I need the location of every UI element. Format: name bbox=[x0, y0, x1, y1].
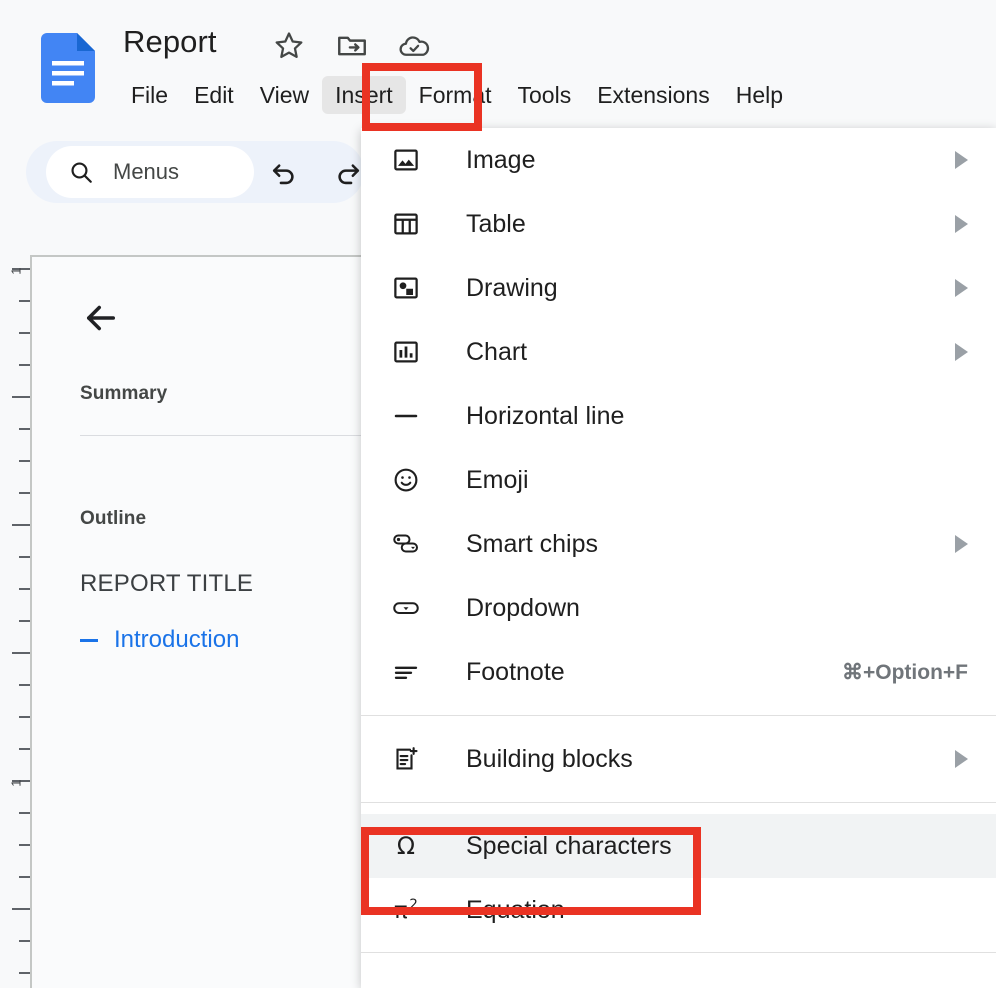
drawing-icon bbox=[388, 270, 424, 306]
summary-heading: Summary bbox=[80, 383, 168, 404]
menu-divider bbox=[361, 952, 996, 953]
menu-item-label: Chart bbox=[466, 337, 528, 366]
horizontal-line-icon bbox=[388, 398, 424, 434]
outline-item-introduction[interactable]: Introduction bbox=[80, 626, 370, 654]
search-icon bbox=[68, 159, 94, 185]
vertical-ruler[interactable]: 1 1 bbox=[0, 240, 30, 988]
menu-item-equation[interactable]: π 2 Equation bbox=[361, 878, 996, 942]
menu-item-label: Table bbox=[466, 209, 526, 238]
building-blocks-icon bbox=[388, 741, 424, 777]
menu-item-drawing[interactable]: Drawing bbox=[361, 256, 996, 320]
menu-item-smart-chips[interactable]: Smart chips bbox=[361, 512, 996, 576]
chevron-right-icon bbox=[955, 343, 968, 361]
menu-item-label: Drawing bbox=[466, 273, 558, 302]
document-title[interactable]: Report bbox=[123, 24, 217, 60]
chevron-right-icon bbox=[955, 215, 968, 233]
menu-item-label: Equation bbox=[466, 895, 565, 924]
menu-item-dropdown[interactable]: Dropdown bbox=[361, 576, 996, 640]
menu-item-label: Horizontal line bbox=[466, 401, 625, 430]
chevron-right-icon bbox=[955, 279, 968, 297]
insert-dropdown-menu: Image Table Drawing Chart Horizontal lin… bbox=[361, 128, 996, 988]
menu-insert[interactable]: Insert bbox=[322, 76, 406, 114]
menu-format[interactable]: Format bbox=[406, 76, 505, 114]
menu-item-label: Image bbox=[466, 145, 536, 174]
back-arrow-icon[interactable] bbox=[80, 297, 122, 339]
ruler-label-1: 1 bbox=[8, 267, 24, 275]
redo-icon[interactable] bbox=[332, 156, 364, 188]
menu-extensions[interactable]: Extensions bbox=[584, 76, 723, 114]
menu-file[interactable]: File bbox=[118, 76, 181, 114]
emoji-icon bbox=[388, 462, 424, 498]
menu-bar: File Edit View Insert Format Tools Exten… bbox=[118, 76, 796, 114]
menu-item-label: Smart chips bbox=[466, 529, 598, 558]
menu-divider bbox=[361, 715, 996, 716]
app-header: Report File Edit View Insert Format Tool… bbox=[0, 0, 996, 128]
menu-tools[interactable]: Tools bbox=[505, 76, 585, 114]
menu-item-building-blocks[interactable]: Building blocks bbox=[361, 727, 996, 791]
saved-to-drive-icon[interactable] bbox=[397, 29, 431, 63]
outline-divider bbox=[80, 435, 370, 436]
google-docs-logo-icon bbox=[41, 33, 95, 103]
move-to-folder-icon[interactable] bbox=[335, 29, 369, 63]
svg-text:π: π bbox=[394, 898, 408, 924]
table-icon bbox=[388, 206, 424, 242]
chart-icon bbox=[388, 334, 424, 370]
svg-text:Ω: Ω bbox=[397, 832, 415, 860]
google-docs-window: Report File Edit View Insert Format Tool… bbox=[0, 0, 996, 988]
image-icon bbox=[388, 142, 424, 178]
outline-heading: Outline bbox=[80, 508, 147, 529]
menu-item-emoji[interactable]: Emoji bbox=[361, 448, 996, 512]
menu-item-label: Emoji bbox=[466, 465, 529, 494]
menu-item-label: Dropdown bbox=[466, 593, 580, 622]
outline-item-label: Introduction bbox=[114, 626, 240, 653]
menu-edit[interactable]: Edit bbox=[181, 76, 247, 114]
outline-doc-title[interactable]: REPORT TITLE bbox=[80, 570, 370, 598]
search-placeholder: Menus bbox=[113, 159, 180, 184]
menu-item-chart[interactable]: Chart bbox=[361, 320, 996, 384]
pi-squared-icon: π 2 bbox=[388, 892, 424, 928]
ruler-label-2: 1 bbox=[8, 779, 24, 787]
dropdown-icon bbox=[388, 590, 424, 626]
search-input[interactable]: Menus bbox=[46, 146, 254, 198]
menu-item-label: Footnote bbox=[466, 657, 565, 686]
chevron-right-icon bbox=[955, 535, 968, 553]
undo-icon[interactable] bbox=[268, 156, 300, 188]
outline-panel: Summary Outline REPORT TITLE Introductio… bbox=[80, 297, 370, 654]
menu-help[interactable]: Help bbox=[723, 76, 796, 114]
star-icon[interactable] bbox=[272, 29, 306, 63]
menu-item-image[interactable]: Image bbox=[361, 128, 996, 192]
chevron-right-icon bbox=[955, 750, 968, 768]
footnote-icon bbox=[388, 654, 424, 690]
menu-item-shortcut: ⌘+Option+F bbox=[842, 660, 968, 684]
outline-dash-icon bbox=[80, 638, 98, 642]
menu-item-special-characters[interactable]: Ω Special characters bbox=[361, 814, 996, 878]
menu-item-horizontal-line[interactable]: Horizontal line bbox=[361, 384, 996, 448]
omega-icon: Ω bbox=[388, 828, 424, 864]
menu-item-label: Building blocks bbox=[466, 744, 633, 773]
menu-view[interactable]: View bbox=[247, 76, 322, 114]
menu-item-label: Special characters bbox=[466, 831, 672, 860]
menu-item-footnote[interactable]: Footnote ⌘+Option+F bbox=[361, 640, 996, 704]
chevron-right-icon bbox=[955, 151, 968, 169]
menu-divider bbox=[361, 802, 996, 803]
svg-text:2: 2 bbox=[409, 898, 417, 913]
smart-chips-icon bbox=[388, 526, 424, 562]
menu-item-table[interactable]: Table bbox=[361, 192, 996, 256]
